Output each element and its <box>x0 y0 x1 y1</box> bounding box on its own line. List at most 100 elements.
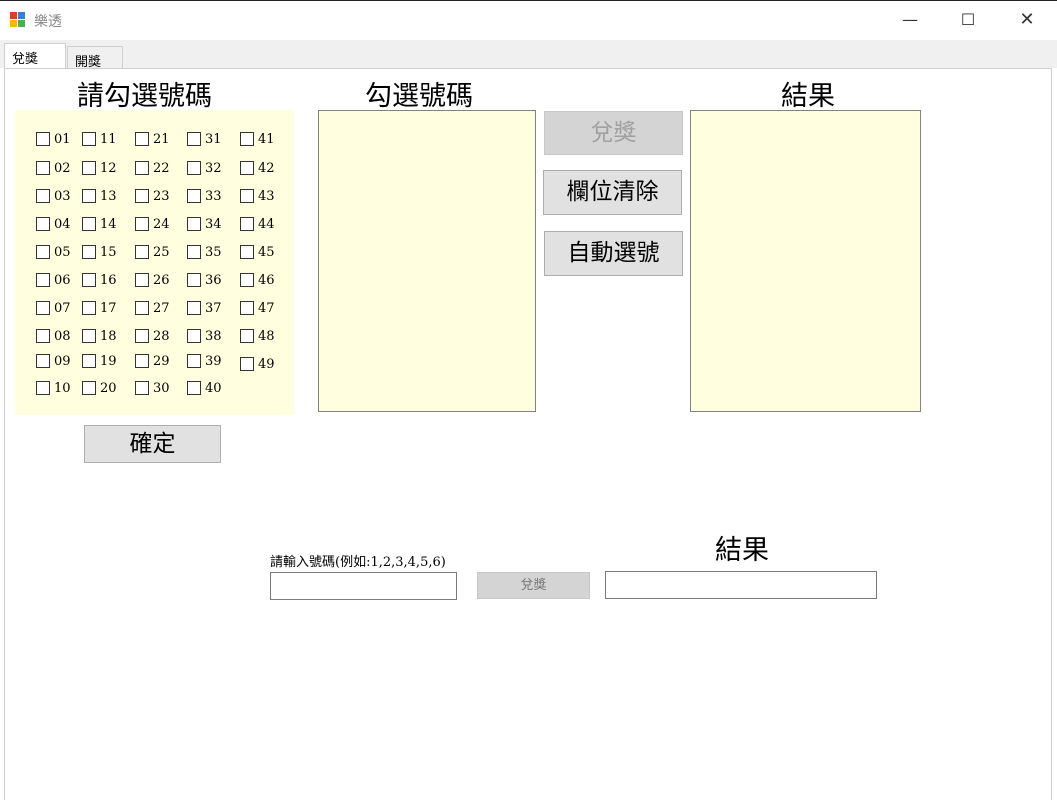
checkbox-box[interactable] <box>240 161 254 175</box>
number-checkbox[interactable]: 31 <box>187 130 222 148</box>
checkbox-box[interactable] <box>187 161 201 175</box>
number-checkbox[interactable]: 43 <box>240 187 275 205</box>
number-checkbox[interactable]: 08 <box>36 327 71 345</box>
checkbox-box[interactable] <box>187 354 201 368</box>
manual-redeem-button[interactable]: 兌獎 <box>477 572 590 599</box>
number-checkbox[interactable]: 23 <box>135 187 170 205</box>
number-checkbox[interactable]: 35 <box>187 243 222 261</box>
checkbox-box[interactable] <box>240 273 254 287</box>
number-checkbox[interactable]: 32 <box>187 159 222 177</box>
checkbox-box[interactable] <box>187 245 201 259</box>
checkbox-box[interactable] <box>36 189 50 203</box>
number-checkbox[interactable]: 03 <box>36 187 71 205</box>
checkbox-box[interactable] <box>82 273 96 287</box>
number-checkbox[interactable]: 34 <box>187 215 222 233</box>
checkbox-box[interactable] <box>135 189 149 203</box>
checkbox-box[interactable] <box>36 301 50 315</box>
number-checkbox[interactable]: 41 <box>240 130 275 148</box>
confirm-button[interactable]: 確定 <box>84 425 221 463</box>
checkbox-box[interactable] <box>135 273 149 287</box>
number-checkbox[interactable]: 30 <box>135 379 170 397</box>
tab-redeem[interactable]: 兌獎 <box>4 43 66 68</box>
checkbox-box[interactable] <box>240 357 254 371</box>
number-checkbox[interactable]: 11 <box>82 130 117 148</box>
checkbox-box[interactable] <box>187 132 201 146</box>
number-checkbox[interactable]: 40 <box>187 379 222 397</box>
number-checkbox[interactable]: 07 <box>36 299 71 317</box>
number-checkbox[interactable]: 16 <box>82 271 117 289</box>
number-checkbox[interactable]: 27 <box>135 299 170 317</box>
checkbox-box[interactable] <box>135 161 149 175</box>
checkbox-box[interactable] <box>135 329 149 343</box>
number-checkbox[interactable]: 36 <box>187 271 222 289</box>
number-checkbox[interactable]: 28 <box>135 327 170 345</box>
checkbox-box[interactable] <box>36 245 50 259</box>
manual-result-field[interactable] <box>605 571 877 599</box>
checkbox-box[interactable] <box>36 381 50 395</box>
number-checkbox[interactable]: 04 <box>36 215 71 233</box>
number-checkbox[interactable]: 14 <box>82 215 117 233</box>
manual-numbers-input[interactable] <box>270 572 457 600</box>
number-checkbox[interactable]: 33 <box>187 187 222 205</box>
checkbox-box[interactable] <box>187 217 201 231</box>
checkbox-box[interactable] <box>82 132 96 146</box>
number-checkbox[interactable]: 45 <box>240 243 275 261</box>
checked-numbers-list[interactable] <box>318 110 536 412</box>
number-checkbox[interactable]: 49 <box>240 355 275 373</box>
checkbox-box[interactable] <box>135 354 149 368</box>
number-checkbox[interactable]: 29 <box>135 352 170 370</box>
checkbox-box[interactable] <box>240 301 254 315</box>
checkbox-box[interactable] <box>240 217 254 231</box>
checkbox-box[interactable] <box>82 189 96 203</box>
number-checkbox[interactable]: 37 <box>187 299 222 317</box>
number-checkbox[interactable]: 48 <box>240 327 275 345</box>
number-checkbox[interactable]: 05 <box>36 243 71 261</box>
number-checkbox[interactable]: 09 <box>36 352 71 370</box>
minimize-button[interactable]: — <box>895 8 925 32</box>
checkbox-box[interactable] <box>36 273 50 287</box>
auto-pick-button[interactable]: 自動選號 <box>544 231 683 276</box>
checkbox-box[interactable] <box>36 161 50 175</box>
checkbox-box[interactable] <box>36 354 50 368</box>
checkbox-box[interactable] <box>240 132 254 146</box>
checkbox-box[interactable] <box>240 329 254 343</box>
number-checkbox[interactable]: 26 <box>135 271 170 289</box>
checkbox-box[interactable] <box>82 381 96 395</box>
number-checkbox[interactable]: 22 <box>135 159 170 177</box>
number-checkbox[interactable]: 10 <box>36 379 71 397</box>
checkbox-box[interactable] <box>135 217 149 231</box>
close-button[interactable]: ✕ <box>1012 8 1042 32</box>
number-checkbox[interactable]: 47 <box>240 299 275 317</box>
checkbox-box[interactable] <box>187 301 201 315</box>
clear-fields-button[interactable]: 欄位清除 <box>543 170 682 215</box>
tab-draw[interactable]: 開獎 <box>67 46 123 70</box>
number-checkbox[interactable]: 13 <box>82 187 117 205</box>
number-checkbox[interactable]: 25 <box>135 243 170 261</box>
number-checkbox[interactable]: 39 <box>187 352 222 370</box>
result-list[interactable] <box>690 110 921 412</box>
number-checkbox[interactable]: 46 <box>240 271 275 289</box>
checkbox-box[interactable] <box>36 217 50 231</box>
number-checkbox[interactable]: 02 <box>36 159 71 177</box>
number-checkbox[interactable]: 38 <box>187 327 222 345</box>
number-checkbox[interactable]: 21 <box>135 130 170 148</box>
checkbox-box[interactable] <box>240 245 254 259</box>
checkbox-box[interactable] <box>36 329 50 343</box>
number-checkbox[interactable]: 44 <box>240 215 275 233</box>
number-checkbox[interactable]: 42 <box>240 159 275 177</box>
number-checkbox[interactable]: 20 <box>82 379 117 397</box>
number-checkbox[interactable]: 19 <box>82 352 117 370</box>
checkbox-box[interactable] <box>82 161 96 175</box>
checkbox-box[interactable] <box>240 189 254 203</box>
maximize-button[interactable]: ☐ <box>953 8 983 32</box>
number-checkbox[interactable]: 01 <box>36 130 71 148</box>
checkbox-box[interactable] <box>187 381 201 395</box>
checkbox-box[interactable] <box>135 132 149 146</box>
checkbox-box[interactable] <box>82 217 96 231</box>
checkbox-box[interactable] <box>82 245 96 259</box>
checkbox-box[interactable] <box>187 329 201 343</box>
number-checkbox[interactable]: 18 <box>82 327 117 345</box>
number-checkbox[interactable]: 12 <box>82 159 117 177</box>
number-checkbox[interactable]: 15 <box>82 243 117 261</box>
number-checkbox[interactable]: 24 <box>135 215 170 233</box>
